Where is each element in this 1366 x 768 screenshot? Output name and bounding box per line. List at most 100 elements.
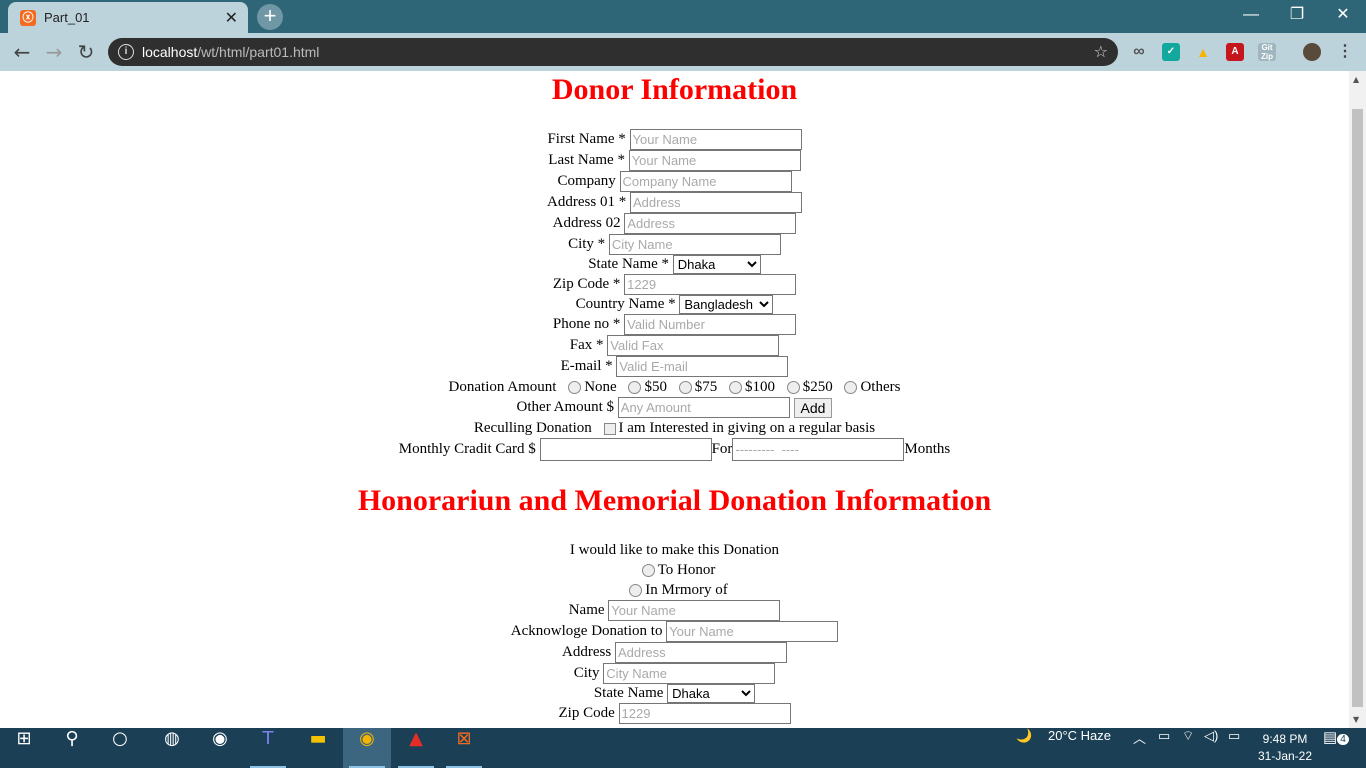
honor-address-label: Address	[562, 644, 612, 660]
city-input[interactable]	[608, 234, 781, 256]
state-select[interactable]: Dhaka	[672, 255, 761, 275]
honor-address-input[interactable]	[614, 642, 787, 664]
donation-amount-label: Donation Amount	[448, 379, 557, 395]
acrobat-icon[interactable]: A	[1226, 43, 1244, 61]
in-memory-radio[interactable]	[629, 584, 643, 598]
search-icon[interactable]: ⚲	[48, 728, 96, 768]
recurring-checkbox[interactable]	[603, 422, 616, 435]
address2-input[interactable]	[624, 213, 797, 235]
donation-none-radio[interactable]	[568, 381, 582, 395]
file-explorer-icon[interactable]: ▬	[294, 728, 342, 768]
sphere-app-icon[interactable]: ◍	[148, 728, 196, 768]
stackby-icon[interactable]: ✓	[1162, 43, 1180, 61]
last-name-label: Last Name *	[548, 152, 625, 168]
url-text[interactable]: localhost/wt/html/part01.html	[142, 44, 319, 60]
tab-close-icon[interactable]: ✕	[225, 8, 238, 28]
acrobat-taskbar-icon[interactable]: ▲	[392, 728, 440, 768]
scroll-up-arrow-icon[interactable]: ▲	[1353, 75, 1359, 84]
teams-icon[interactable]: T	[244, 728, 292, 768]
address-bar[interactable]: i localhost/wt/html/part01.html ☆	[108, 38, 1118, 66]
months-input[interactable]	[732, 438, 905, 461]
new-tab-button[interactable]: +	[257, 4, 283, 30]
donation-100-radio[interactable]	[728, 381, 742, 395]
url-path: /wt/html/part01.html	[197, 44, 320, 60]
months-label: Months	[904, 440, 951, 457]
weather-text[interactable]: 20°C Haze	[1048, 728, 1111, 768]
honor-state-select[interactable]: Dhaka	[667, 684, 756, 704]
acknowledge-input[interactable]	[666, 621, 839, 643]
zip-row: Zip Code *	[0, 274, 1349, 296]
company-label: Company	[557, 173, 616, 189]
notifications-icon[interactable]: ▤ 4	[1323, 728, 1349, 768]
phone-label: Phone no *	[552, 316, 621, 332]
gitzip-icon[interactable]: Git Zip	[1258, 43, 1276, 61]
weather-moon-icon[interactable]: 🌙	[1016, 728, 1032, 768]
site-info-icon[interactable]: i	[118, 44, 134, 60]
honor-city-input[interactable]	[603, 663, 776, 685]
city-label: City *	[568, 236, 606, 252]
tray-chevron-icon[interactable]: ︿	[1133, 728, 1146, 768]
cortana-icon[interactable]: ○	[96, 728, 144, 768]
close-window-button[interactable]: ✕	[1320, 0, 1366, 30]
scroll-down-arrow-icon[interactable]: ▼	[1353, 715, 1359, 724]
honor-state-row: State Name Dhaka	[0, 683, 1349, 704]
to-honor-radio[interactable]	[641, 564, 655, 578]
company-input[interactable]	[619, 171, 792, 193]
country-select[interactable]: Bangladesh	[679, 295, 774, 315]
volume-icon[interactable]: ◁)	[1204, 728, 1218, 768]
address1-label: Address 01 *	[547, 194, 627, 210]
xampp-taskbar-icon[interactable]: ⊠	[440, 728, 488, 768]
windows-start-icon[interactable]: ⊞	[0, 728, 48, 768]
other-amount-input[interactable]	[617, 397, 790, 419]
state-row: State Name * Dhaka	[0, 254, 1349, 275]
scroll-thumb[interactable]	[1352, 109, 1363, 707]
donation-none-label: None	[584, 379, 617, 395]
profile-avatar[interactable]	[1303, 43, 1321, 61]
last-name-input[interactable]	[628, 150, 801, 172]
honor-zip-row: Zip Code	[0, 703, 1349, 725]
honor-name-row: Name	[0, 600, 1349, 622]
honor-city-label: City	[573, 665, 600, 681]
email-row: E-mail *	[0, 356, 1349, 378]
monthly-amount-input[interactable]	[539, 438, 712, 461]
battery-icon[interactable]: ▭	[1228, 728, 1240, 768]
obs-icon[interactable]: ◉	[196, 728, 244, 768]
fax-row: Fax *	[0, 335, 1349, 357]
phone-input[interactable]	[624, 314, 797, 336]
in-memory-label: In Mrmory of	[645, 582, 728, 598]
donation-75-label: $75	[694, 379, 718, 395]
more-icon[interactable]: ⋮	[1336, 43, 1354, 61]
meet-now-icon[interactable]: ▭	[1158, 728, 1170, 768]
donation-75-radio[interactable]	[678, 381, 692, 395]
donation-others-radio[interactable]	[844, 381, 858, 395]
honor-name-input[interactable]	[608, 600, 781, 622]
donation-250-radio[interactable]	[786, 381, 800, 395]
taskbar-clock[interactable]: 9:48 PM 31-Jan-22	[1255, 731, 1315, 765]
fax-input[interactable]	[607, 335, 780, 357]
zip-input[interactable]	[624, 274, 797, 296]
to-honor-label: To Honor	[657, 562, 716, 578]
chrome-icon[interactable]: ◉	[343, 728, 391, 768]
bookmark-star-icon[interactable]: ☆	[1094, 42, 1108, 61]
browser-tab[interactable]: ⓧ Part_01 ✕	[8, 2, 248, 33]
wifi-icon[interactable]: ⌔	[1182, 728, 1194, 768]
honor-zip-input[interactable]	[618, 703, 791, 725]
other-amount-row: Other Amount $ Add	[0, 397, 1349, 419]
restore-button[interactable]: ❐	[1274, 0, 1320, 30]
infinity-icon[interactable]: ∞	[1130, 43, 1148, 61]
reload-icon[interactable]: ↻	[74, 40, 98, 64]
donation-100-label: $100	[744, 379, 775, 395]
state-label: State Name *	[588, 256, 670, 272]
forward-arrow-icon[interactable]: →	[42, 40, 66, 64]
vertical-scrollbar[interactable]: ▲ ▼	[1349, 71, 1366, 728]
google-drive-icon[interactable]: ▲	[1194, 43, 1212, 61]
back-arrow-icon[interactable]: ←	[10, 40, 34, 64]
add-button[interactable]: Add	[793, 397, 833, 418]
donation-50-radio[interactable]	[628, 381, 642, 395]
address1-input[interactable]	[629, 192, 802, 214]
minimize-button[interactable]: —	[1228, 0, 1274, 30]
honor-address-row: Address	[0, 642, 1349, 664]
first-name-input[interactable]	[629, 129, 802, 151]
windows-taskbar: ⊞ ⚲ ○ ◍ ◉ T ▬ ◉ ▲ ⊠ 🌙 20°C Haze ︿ ▭ ⌔ ◁)…	[0, 728, 1366, 768]
email-input[interactable]	[616, 356, 789, 378]
